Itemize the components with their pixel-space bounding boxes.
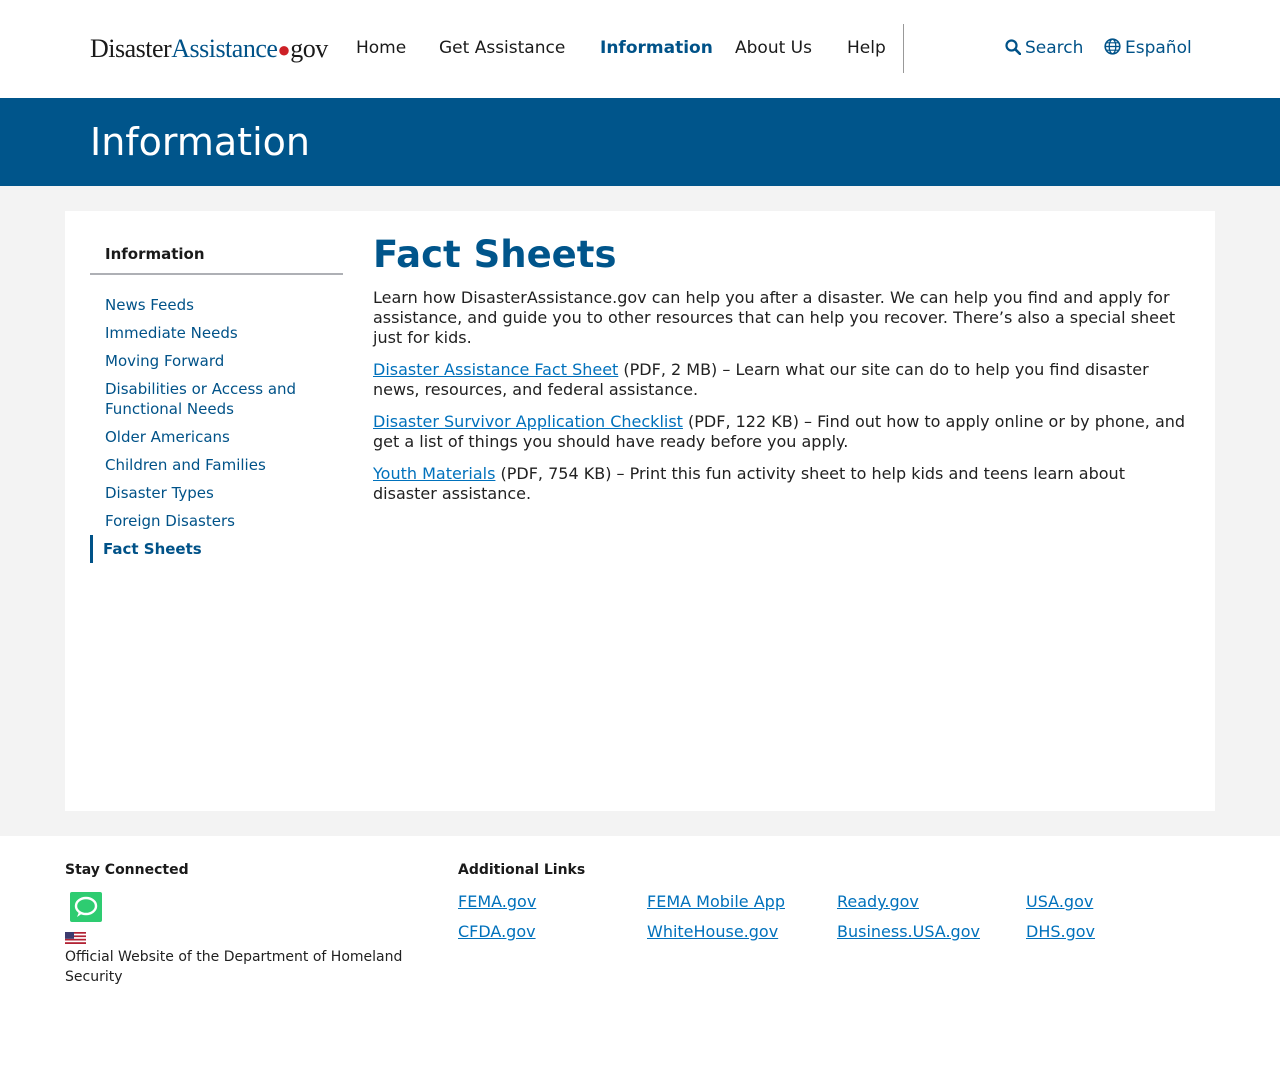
search-button[interactable]: Search xyxy=(1005,38,1083,58)
site-footer: Stay Connected Official Website of the D… xyxy=(0,836,1280,1066)
logo-dot: ● xyxy=(277,37,291,62)
sidebar-list: News Feeds Immediate Needs Moving Forwar… xyxy=(90,291,343,563)
main-content: Fact Sheets Learn how DisasterAssistance… xyxy=(373,233,1193,516)
page-title: Fact Sheets xyxy=(373,233,617,276)
nav-get-assistance[interactable]: Get Assistance xyxy=(439,38,565,58)
sidebar-item-news-feeds[interactable]: News Feeds xyxy=(90,291,343,319)
youth-materials-link[interactable]: Youth Materials xyxy=(373,464,495,483)
footer-link-usa[interactable]: USA.gov xyxy=(1026,892,1093,911)
globe-icon xyxy=(1104,38,1121,55)
sidebar-item-fact-sheets[interactable]: Fact Sheets xyxy=(90,535,343,563)
us-flag-icon xyxy=(65,932,86,944)
intro-paragraph: Learn how DisasterAssistance.gov can hel… xyxy=(373,288,1176,347)
sidebar-item-disabilities[interactable]: Disabilities or Access and Functional Ne… xyxy=(90,375,343,423)
search-label: Search xyxy=(1025,38,1084,58)
search-icon xyxy=(1005,39,1022,56)
logo-part-gov: gov xyxy=(290,34,328,63)
sidebar-item-moving-forward[interactable]: Moving Forward xyxy=(90,347,343,375)
fact-sheet-item: Youth Materials (PDF, 754 KB) – Print th… xyxy=(373,464,1193,504)
nav-about-us[interactable]: About Us xyxy=(735,38,812,58)
logo-part-disaster: Disaster xyxy=(90,34,172,63)
checklist-link[interactable]: Disaster Survivor Application Checklist xyxy=(373,412,683,431)
nav-home[interactable]: Home xyxy=(356,38,406,58)
sidebar-heading[interactable]: Information xyxy=(90,243,343,275)
fact-sheet-item: Disaster Survivor Application Checklist … xyxy=(373,412,1193,452)
nav-divider xyxy=(903,24,904,73)
stay-connected-heading: Stay Connected xyxy=(65,862,189,878)
sidebar-item-immediate-needs[interactable]: Immediate Needs xyxy=(90,319,343,347)
page-banner: Information xyxy=(0,98,1280,186)
footer-link-whitehouse[interactable]: WhiteHouse.gov xyxy=(647,922,778,941)
youth-materials-meta: (PDF, 754 KB) xyxy=(495,464,612,483)
sidebar-item-older-americans[interactable]: Older Americans xyxy=(90,423,343,451)
nav-help[interactable]: Help xyxy=(847,38,886,58)
content-area: Information News Feeds Immediate Needs M… xyxy=(0,186,1280,836)
nav-information[interactable]: Information xyxy=(600,38,713,58)
footer-link-fema[interactable]: FEMA.gov xyxy=(458,892,536,911)
footer-link-ready[interactable]: Ready.gov xyxy=(837,892,919,911)
sidebar-nav: Information News Feeds Immediate Needs M… xyxy=(90,243,343,563)
official-website-text: Official Website of the Department of Ho… xyxy=(65,949,403,985)
sidebar-item-foreign-disasters[interactable]: Foreign Disasters xyxy=(90,507,343,535)
checklist-meta: (PDF, 122 KB) xyxy=(682,412,799,431)
chat-bubble-icon[interactable] xyxy=(70,892,102,922)
language-toggle[interactable]: Español xyxy=(1104,38,1192,58)
site-logo[interactable]: DisasterAssistance●gov xyxy=(90,34,328,64)
logo-part-assistance: Assistance xyxy=(171,34,278,63)
sidebar-item-disaster-types[interactable]: Disaster Types xyxy=(90,479,343,507)
fact-sheet-item: Disaster Assistance Fact Sheet (PDF, 2 M… xyxy=(373,360,1193,400)
banner-title: Information xyxy=(90,120,310,164)
footer-link-cfda[interactable]: CFDA.gov xyxy=(458,922,536,941)
sidebar-item-children-families[interactable]: Children and Families xyxy=(90,451,343,479)
footer-link-business-usa[interactable]: Business.USA.gov xyxy=(837,922,980,941)
footer-link-fema-mobile-app[interactable]: FEMA Mobile App xyxy=(647,892,785,911)
language-label: Español xyxy=(1125,38,1192,58)
footer-link-dhs[interactable]: DHS.gov xyxy=(1026,922,1095,941)
site-header: DisasterAssistance●gov Home Get Assistan… xyxy=(0,0,1280,98)
additional-links-heading: Additional Links xyxy=(458,862,586,878)
fact-sheet-meta: (PDF, 2 MB) xyxy=(618,360,718,379)
fact-sheet-link[interactable]: Disaster Assistance Fact Sheet xyxy=(373,360,618,379)
content-card: Information News Feeds Immediate Needs M… xyxy=(65,211,1215,811)
